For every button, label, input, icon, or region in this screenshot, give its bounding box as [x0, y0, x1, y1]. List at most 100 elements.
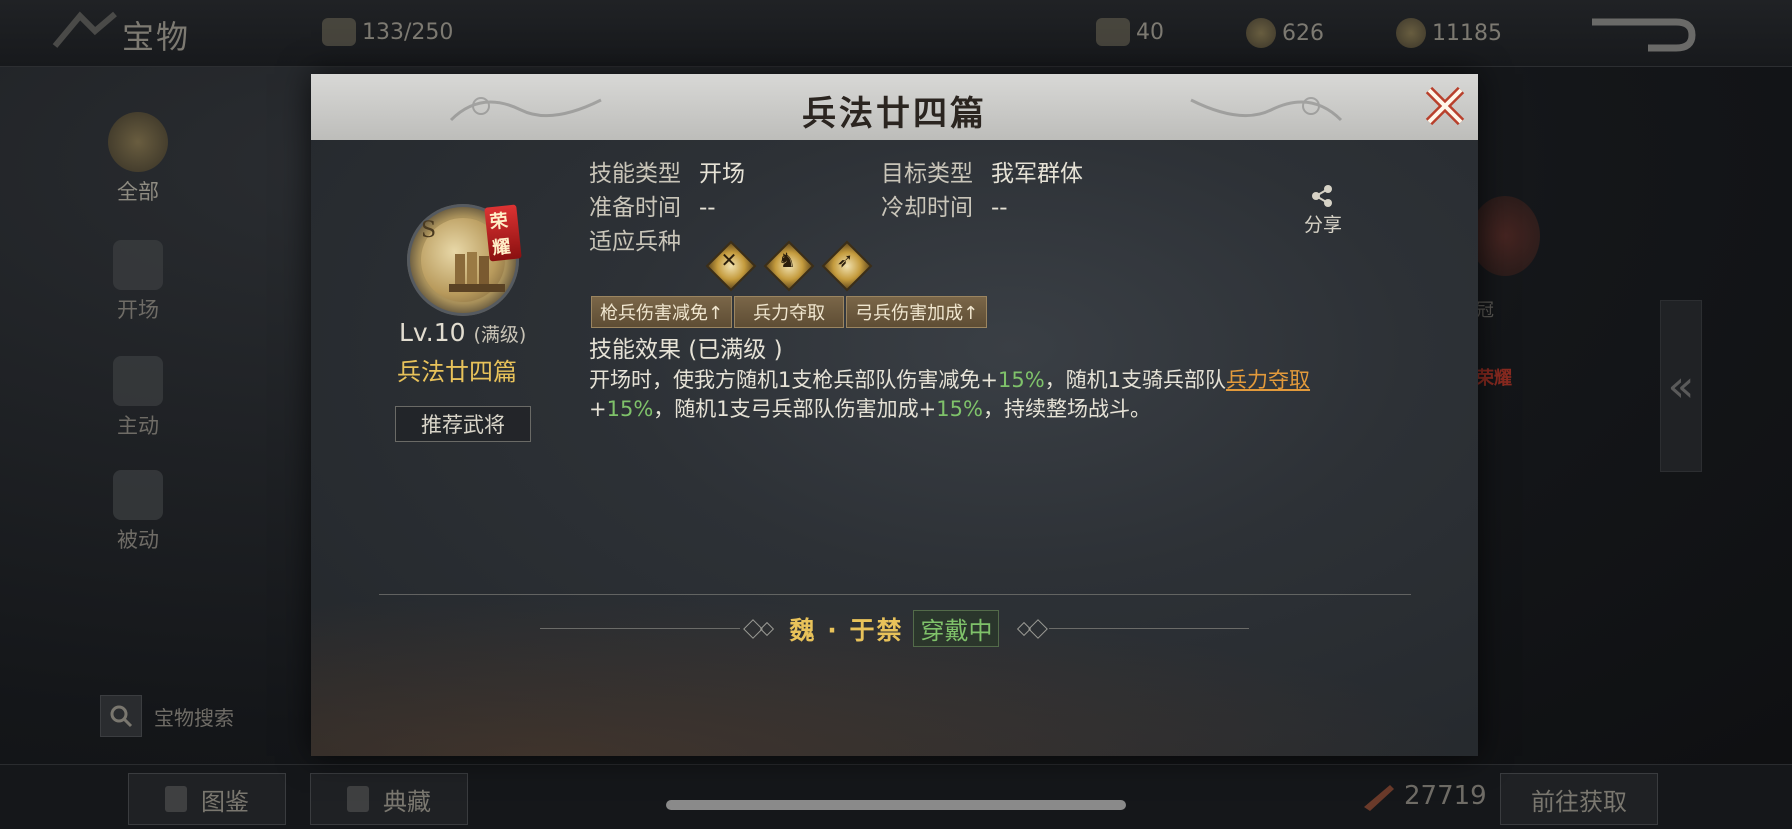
glory-badge: 荣耀 [484, 204, 522, 262]
skill-type-value: 开场 [699, 161, 745, 187]
double-chevron-left-icon: « [1667, 360, 1695, 412]
background-label: 冠 [1476, 300, 1494, 321]
target-type-key: 目标类型 [881, 161, 973, 187]
effect-keyword-link[interactable]: 兵力夺取 [1226, 368, 1310, 392]
dialog-title: 兵法廿四篇 [802, 94, 987, 134]
skill-type-key: 技能类型 [589, 161, 681, 187]
background-glory-badge: 荣耀 [1476, 368, 1512, 389]
skill-name: 兵法廿四篇 [397, 358, 517, 386]
go-obtain-button[interactable]: 前往获取 [1500, 773, 1658, 825]
resource-scroll[interactable]: 40 [1096, 18, 1164, 46]
collection-button[interactable]: 典藏 [310, 773, 468, 825]
effect-value: 15% [997, 368, 1045, 392]
close-icon [1425, 86, 1465, 126]
equipped-by-row: 魏 · 于禁 穿戴中 [311, 610, 1478, 647]
back-button[interactable] [1588, 16, 1698, 54]
close-button[interactable] [1421, 82, 1469, 130]
effect-value: 15% [936, 397, 983, 421]
scroll-resource-icon [1096, 18, 1130, 46]
dialog-header: 兵法廿四篇 [311, 74, 1478, 140]
spear-icon[interactable]: ✕ [705, 240, 757, 292]
sidebar-item-opening[interactable]: 开场 [100, 240, 176, 324]
effect-tag: 兵力夺取 [734, 296, 845, 328]
troop-type-row: 适应兵种 [589, 222, 681, 256]
silver-coin-icon [1396, 18, 1426, 48]
cooldown-key: 冷却时间 [881, 195, 973, 221]
equipped-general[interactable]: 魏 · 于禁 [790, 611, 904, 647]
opening-category-icon [113, 240, 163, 290]
catalog-button[interactable]: 图鉴 [128, 773, 286, 825]
ornament-left [539, 618, 780, 639]
share-label: 分享 [1303, 214, 1342, 236]
effect-tag: 枪兵伤害减免↑ [591, 296, 733, 328]
effect-title: 技能效果 (已满级 ) [589, 337, 783, 363]
divider [379, 594, 1411, 595]
go-obtain-label: 前往获取 [1531, 787, 1627, 816]
sidebar-item-label: 开场 [117, 298, 159, 322]
level-max-note: (满级) [473, 324, 527, 346]
target-type-value: 我军群体 [991, 161, 1083, 187]
expand-panel-button[interactable]: « [1660, 300, 1702, 472]
banner-decoration [52, 11, 117, 48]
copper-coin-icon [1246, 18, 1276, 48]
collection-icon [347, 786, 369, 812]
treasure-search[interactable]: 宝物搜索 [100, 695, 250, 737]
category-sidebar: 全部 开场 主动 被动 [60, 66, 210, 766]
treasure-capacity-icon [322, 18, 356, 46]
share-button[interactable]: 分享 [1293, 184, 1353, 237]
catalog-label: 图鉴 [201, 787, 249, 816]
capacity-counter: 133/250 [322, 18, 453, 46]
sidebar-item-active[interactable]: 主动 [100, 356, 176, 440]
grade-label: S [421, 218, 437, 243]
active-category-icon [113, 356, 163, 406]
troop-type-icons: ✕ ♞ ➶ [705, 240, 873, 292]
skill-detail-dialog: 兵法廿四篇 S 荣耀 Lv.10 (满级) 兵法廿四篇 推荐武将 技能类型 开场… [311, 74, 1478, 756]
material-count: 27719 [1360, 781, 1487, 811]
recommend-general-button[interactable]: 推荐武将 [395, 406, 531, 442]
sidebar-item-all[interactable]: 全部 [100, 112, 176, 206]
effect-text-part: ，随机1支骑兵部队 [1044, 368, 1227, 392]
top-bar: 宝物 133/250 40 626 11185 [0, 0, 1792, 67]
sidebar-item-passive[interactable]: 被动 [100, 470, 176, 554]
effect-text-part: 开场时，使我方随机1支枪兵部队伤害减免+ [589, 368, 998, 392]
resource-silver[interactable]: 11185 [1396, 18, 1502, 48]
horse-icon[interactable]: ♞ [763, 240, 815, 292]
skill-icon[interactable]: S 荣耀 [407, 204, 522, 316]
sidebar-item-label: 主动 [117, 414, 159, 438]
effect-text-part: ，随机1支弓兵部队伤害加成+ [653, 397, 937, 421]
prep-time-value: -- [699, 195, 716, 221]
effect-text-part: + [589, 397, 607, 421]
prep-time-key: 准备时间 [589, 195, 681, 221]
sidebar-item-label: 全部 [117, 180, 159, 204]
target-type-row: 目标类型 我军群体 [881, 154, 1083, 188]
resource-silver-value: 11185 [1432, 20, 1502, 46]
book-icon [165, 786, 187, 812]
resource-copper[interactable]: 626 [1246, 18, 1324, 48]
page-title: 宝物 [122, 18, 191, 56]
wearing-status-badge: 穿戴中 [913, 610, 1000, 647]
level-value: Lv.10 [399, 318, 466, 347]
effect-tag: 弓兵伤害加成↑ [846, 296, 988, 328]
resource-scroll-value: 40 [1136, 19, 1164, 45]
material-count-value: 27719 [1404, 781, 1487, 811]
effect-text-part: ，持续整场战斗。 [982, 397, 1151, 421]
sidebar-item-label: 被动 [117, 528, 159, 552]
effect-tags: 枪兵伤害减免↑ 兵力夺取 弓兵伤害加成↑ [591, 296, 988, 328]
background-treasure-icon [1470, 196, 1540, 276]
all-category-icon [108, 112, 168, 172]
effect-description: 开场时，使我方随机1支枪兵部队伤害减免+15%，随机1支骑兵部队兵力夺取+15%… [589, 366, 1389, 424]
resource-copper-value: 626 [1282, 20, 1324, 46]
search-label: 宝物搜索 [154, 705, 234, 730]
home-indicator[interactable] [666, 800, 1126, 810]
passive-category-icon [113, 470, 163, 520]
bow-icon[interactable]: ➶ [821, 240, 873, 292]
prep-time-row: 准备时间 -- [589, 188, 716, 222]
capacity-text: 133/250 [362, 19, 454, 45]
material-icon [1364, 785, 1394, 811]
effect-value: 15% [606, 397, 654, 421]
share-icon [1312, 185, 1332, 207]
search-icon [100, 695, 142, 737]
skill-level: Lv.10 (满级) [399, 318, 549, 347]
skill-icon-frame: S 荣耀 [407, 204, 522, 316]
cooldown-row: 冷却时间 -- [881, 188, 1008, 222]
